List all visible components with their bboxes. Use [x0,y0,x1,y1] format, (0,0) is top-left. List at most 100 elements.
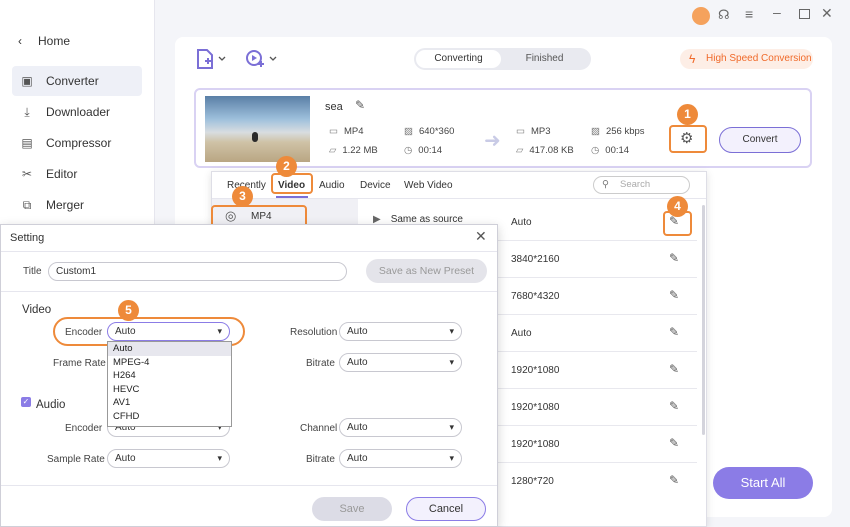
preset-row-value: Auto [511,217,532,228]
sidebar-item-label: Converter [46,74,99,88]
convert-button[interactable]: Convert [719,127,801,153]
video-section-title: Video [22,304,52,316]
bitrate-label: Bitrate [306,358,335,369]
title-input[interactable]: Custom1 [48,262,347,281]
folder-icon: ▱ [329,145,337,156]
src-duration: ◷ 00:14 [404,145,443,156]
dialog-divider [1,251,497,252]
sidebar-item-label: Downloader [46,105,111,119]
compressor-icon: ▤ [21,136,33,150]
rename-icon[interactable]: ✎ [355,98,365,112]
minimize-icon[interactable]: – [773,4,781,20]
lightning-icon: ϟ [689,52,696,66]
save-button[interactable]: Save [312,497,392,521]
chevron-down-icon: ▾ [449,357,454,367]
menu-icon[interactable]: ≡ [745,6,753,22]
encoder-option[interactable]: AV1 [108,396,231,410]
preset-row-value: 1920*1080 [511,402,560,413]
sidebar-item-editor[interactable]: ✂ Editor [12,159,142,189]
add-media-icon [246,50,277,67]
sidebar-item-downloader[interactable]: ⤓ Downloader [12,97,142,127]
chevron-down-icon: ▾ [449,422,454,432]
dst-duration: ◷ 00:14 [591,145,630,156]
sample-rate-label: Sample Rate [47,454,105,465]
search-icon: ⚲ [602,179,609,190]
add-file-icon [197,49,226,69]
user-avatar-icon[interactable] [692,7,710,25]
chevron-left-icon: ‹ [18,34,22,48]
home-label: Home [38,34,71,48]
src-resolution: ▨ 640*360 [404,126,455,137]
video-bitrate-select[interactable]: Auto ▾ [339,353,462,372]
high-speed-conversion-toggle[interactable]: ϟ High Speed Conversion [680,49,813,69]
audio-section-title: Audio [36,399,66,411]
editor-icon: ✂ [21,167,33,181]
dst-size: ▱ 417.08 KB [516,145,574,156]
tab-finished[interactable]: Finished [502,50,587,68]
channel-select[interactable]: Auto ▾ [339,418,462,437]
video-thumbnail[interactable] [205,96,310,162]
maximize-icon[interactable] [799,9,810,19]
preset-row-value: 3840*2160 [511,254,560,265]
edit-icon[interactable]: ✎ [669,288,683,302]
back-home-button[interactable]: ‹ Home [18,33,70,49]
preset-row-value: 1920*1080 [511,439,560,450]
tab-audio[interactable]: Audio [319,180,345,191]
clock-icon: ◷ [591,145,600,156]
downloader-icon: ⤓ [24,105,30,119]
merger-icon: ⧉ [22,198,32,212]
sidebar-item-merger[interactable]: ⧉ Merger [12,190,142,220]
close-icon[interactable]: ✕ [821,5,833,22]
high-speed-label: High Speed Conversion [706,53,812,64]
edit-icon[interactable]: ✎ [669,436,683,450]
sidebar-item-label: Merger [46,198,85,212]
dst-bitrate: ▨ 256 kbps [591,126,645,137]
clock-icon: ◷ [404,145,413,156]
edit-icon[interactable]: ✎ [669,473,683,487]
encoder-option[interactable]: H264 [108,369,231,383]
chevron-down-icon: ▾ [217,453,222,463]
tab-converting[interactable]: Converting [416,50,501,68]
format-panel-scrollbar[interactable] [702,205,705,435]
person-figure [252,132,258,142]
encoder-option[interactable]: Auto [108,342,231,356]
resolution-select[interactable]: Auto ▾ [339,322,462,341]
start-all-button[interactable]: Start All [713,467,813,499]
encoder-dropdown-list: Auto MPEG-4 H264 HEVC AV1 CFHD [107,341,232,427]
tab-device[interactable]: Device [360,180,391,191]
resolution-label: Resolution [290,327,338,338]
headset-icon[interactable]: ☊ [718,7,730,23]
encoder-option[interactable]: CFHD [108,410,231,424]
disc-icon: ◎ [225,208,237,223]
chevron-down-icon: ▾ [449,453,454,463]
edit-icon[interactable]: ✎ [669,251,683,265]
chevron-down-icon: ▾ [449,326,454,336]
resolution-icon: ▨ [404,126,413,137]
encoder-option[interactable]: HEVC [108,383,231,397]
sidebar-item-compressor[interactable]: ▤ Compressor [12,128,142,158]
sidebar-item-converter[interactable]: ▣ Converter [12,66,142,96]
cancel-button[interactable]: Cancel [406,497,486,521]
step-badge-4: 4 [667,196,688,217]
src-size: ▱ 1.22 MB [329,145,378,156]
save-as-new-preset-button[interactable]: Save as New Preset [366,259,487,283]
edit-icon[interactable]: ✎ [669,325,683,339]
add-media-button[interactable] [245,49,277,72]
add-file-button[interactable] [196,49,226,72]
audio-encoder-label: Encoder [65,423,103,434]
bitrate-icon: ▨ [591,126,600,137]
edit-icon[interactable]: ✎ [669,362,683,376]
audio-bitrate-select[interactable]: Auto ▾ [339,449,462,468]
encoder-option[interactable]: MPEG-4 [108,356,231,370]
tab-video[interactable]: Video [278,180,305,191]
format-search-input[interactable]: ⚲ Search [593,176,690,194]
tab-web-video[interactable]: Web Video [404,180,453,191]
sample-rate-select[interactable]: Auto ▾ [107,449,230,468]
frame-rate-label: Frame Rate [53,358,106,369]
dialog-close-icon[interactable]: ✕ [475,228,487,245]
step-badge-5: 5 [118,300,139,321]
setting-dialog-title: Setting [10,232,45,244]
output-settings-icon[interactable]: ⚙ [680,129,693,147]
audio-checkbox[interactable]: ✓ [21,397,31,407]
edit-icon[interactable]: ✎ [669,399,683,413]
